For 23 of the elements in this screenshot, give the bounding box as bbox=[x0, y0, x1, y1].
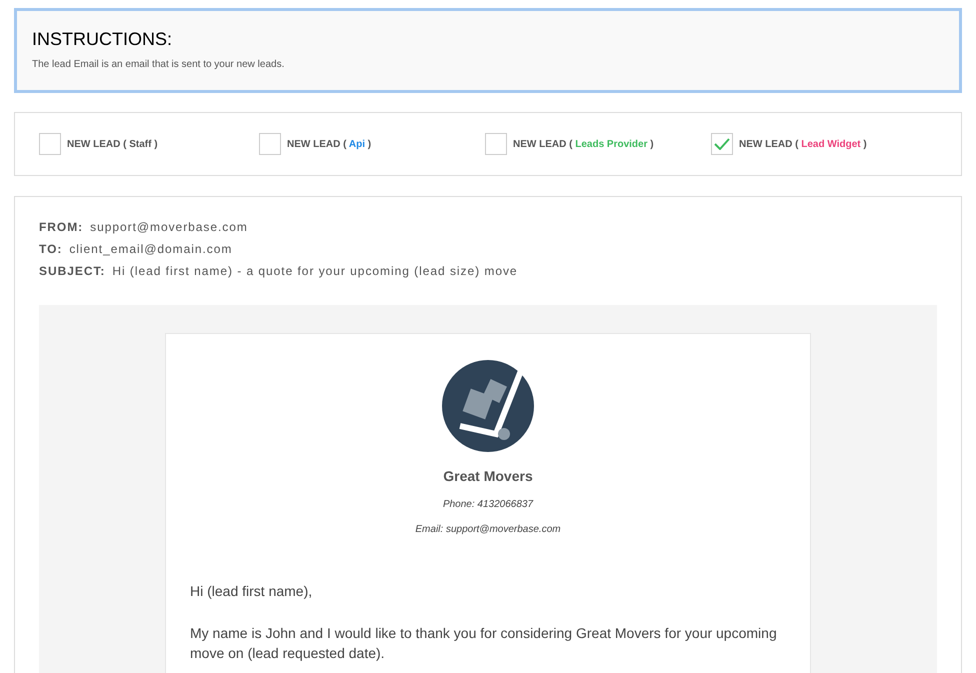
checkmark-icon bbox=[714, 138, 730, 150]
header-label: FROM: bbox=[39, 219, 84, 235]
lead-type-checkbox[interactable] bbox=[259, 133, 281, 155]
company-name: Great Movers bbox=[443, 467, 533, 486]
lead-type-label[interactable]: NEW LEAD ( Api ) bbox=[287, 136, 372, 152]
company-phone: Phone: 4132066837 bbox=[442, 498, 534, 512]
header-value: Hi (lead first name) - a quote for your upcoming (lead size) move bbox=[112, 263, 518, 279]
lead-type-label[interactable]: NEW LEAD ( Leads Provider ) bbox=[513, 136, 654, 152]
logo-icon bbox=[442, 360, 534, 452]
header-value: support@moverbase.com bbox=[90, 219, 248, 235]
header-label: TO: bbox=[39, 241, 62, 257]
header-value: client_email@domain.com bbox=[69, 241, 232, 257]
instructions-title: INSTRUCTIONS: bbox=[32, 28, 174, 51]
lead-type-label[interactable]: NEW LEAD ( Staff ) bbox=[67, 136, 158, 152]
lead-type-checkbox[interactable] bbox=[711, 133, 733, 155]
email-paragraph: My name is John and I would like to thank you for considering Great Movers for your upcoming move on (lead requested date). bbox=[190, 624, 778, 663]
lead-type-checkbox[interactable] bbox=[39, 133, 61, 155]
email-paragraph: Hi (lead first name), bbox=[190, 582, 314, 601]
lead-type-checkbox[interactable] bbox=[485, 133, 507, 155]
lead-type-label[interactable]: NEW LEAD ( Lead Widget ) bbox=[739, 136, 867, 152]
company-email: Email: support@moverbase.com bbox=[415, 523, 561, 537]
instructions-text: The lead Email is an email that is sent to your new leads. bbox=[32, 58, 286, 72]
header-label: SUBJECT: bbox=[39, 263, 106, 279]
